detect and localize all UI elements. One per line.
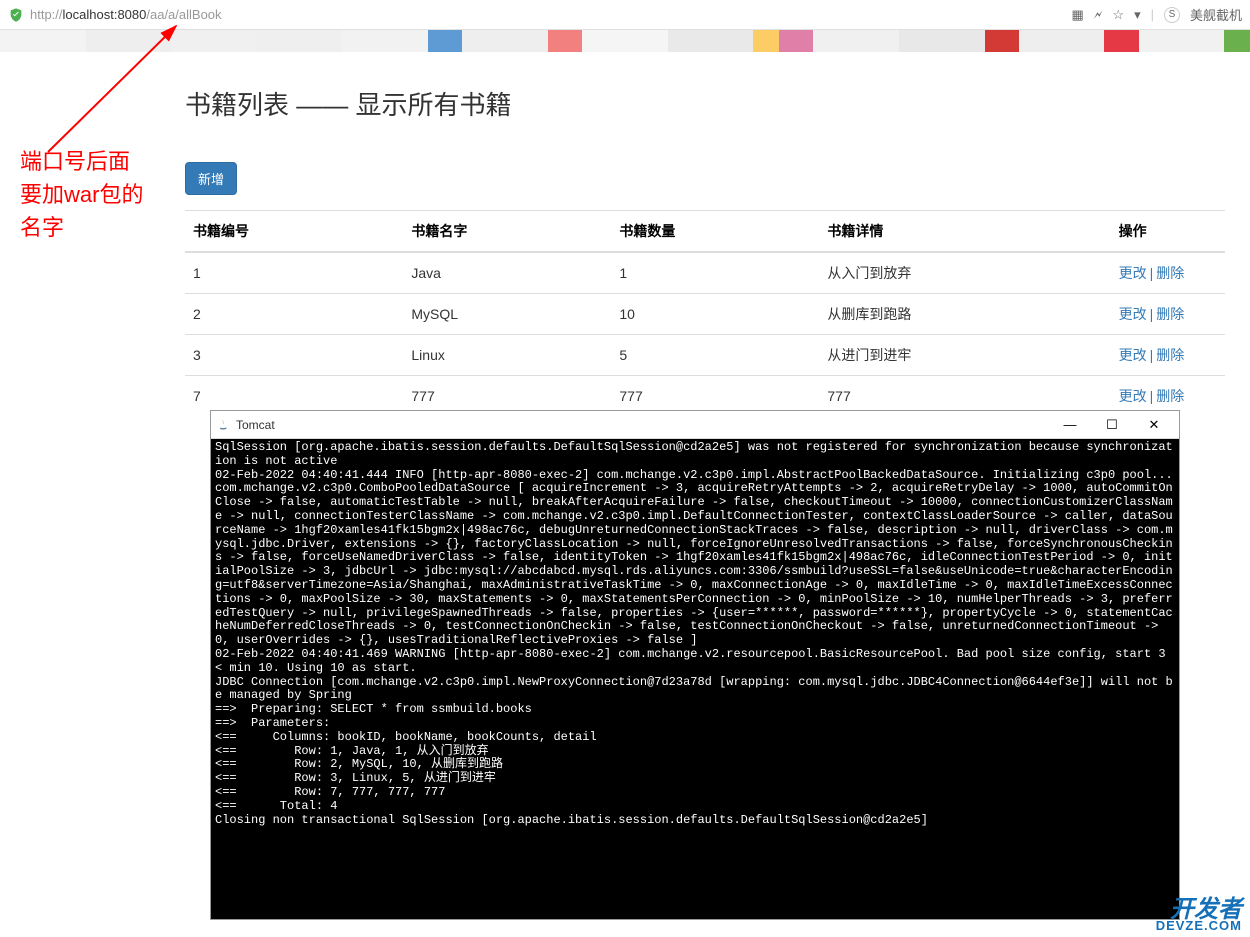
browser-toolbar-right: ▦ 🗲 ☆ ▾ | S 美舰截机	[1071, 5, 1242, 24]
cell-ops: 更改|删除	[1111, 294, 1225, 335]
cell-ops: 更改|删除	[1111, 252, 1225, 294]
books-table: 书籍编号 书籍名字 书籍数量 书籍详情 操作 1Java1从入门到放弃更改|删除…	[185, 210, 1225, 416]
page-title: 书籍列表 —— 显示所有书籍	[185, 85, 1225, 122]
table-header-row: 书籍编号 书籍名字 书籍数量 书籍详情 操作	[185, 211, 1225, 253]
table-row: 2MySQL10从删库到跑路更改|删除	[185, 294, 1225, 335]
cell-count: 5	[611, 335, 819, 376]
edit-link[interactable]: 更改	[1119, 347, 1147, 363]
terminal-window: Tomcat — ☐ ✕ SqlSession [org.apache.ibat…	[210, 410, 1180, 920]
cell-name: MySQL	[403, 294, 611, 335]
terminal-titlebar[interactable]: Tomcat — ☐ ✕	[211, 411, 1179, 439]
cell-id: 2	[185, 294, 403, 335]
maximize-button[interactable]: ☐	[1091, 413, 1133, 437]
cell-count: 10	[611, 294, 819, 335]
delete-link[interactable]: 删除	[1156, 388, 1184, 404]
minimize-button[interactable]: —	[1049, 413, 1091, 437]
cell-id: 3	[185, 335, 403, 376]
cell-detail: 从入门到放弃	[819, 252, 1110, 294]
th-name: 书籍名字	[403, 211, 611, 253]
cell-count: 1	[611, 252, 819, 294]
cell-detail: 从进门到进牢	[819, 335, 1110, 376]
th-detail: 书籍详情	[819, 211, 1110, 253]
table-row: 1Java1从入门到放弃更改|删除	[185, 252, 1225, 294]
edit-link[interactable]: 更改	[1119, 388, 1147, 404]
delete-link[interactable]: 删除	[1156, 306, 1184, 322]
cell-name: Java	[403, 252, 611, 294]
add-button[interactable]: 新增	[185, 162, 237, 195]
th-count: 书籍数量	[611, 211, 819, 253]
terminal-title: Tomcat	[236, 418, 275, 432]
edit-link[interactable]: 更改	[1119, 306, 1147, 322]
th-ops: 操作	[1111, 211, 1225, 253]
ext-label[interactable]: 美舰截机	[1190, 5, 1242, 24]
cell-ops: 更改|删除	[1111, 335, 1225, 376]
edit-link[interactable]: 更改	[1119, 265, 1147, 281]
th-id: 书籍编号	[185, 211, 403, 253]
watermark: 开发者 DEVZE.COM	[1156, 899, 1242, 932]
close-button[interactable]: ✕	[1133, 413, 1175, 437]
delete-link[interactable]: 删除	[1156, 265, 1184, 281]
terminal-body[interactable]: SqlSession [org.apache.ibatis.session.de…	[211, 439, 1179, 919]
qr-icon[interactable]: ▦	[1071, 7, 1083, 23]
bookmark-color-strip	[0, 30, 1250, 52]
bolt-icon[interactable]: 🗲	[1094, 7, 1103, 23]
annotation-text: 端口号后面 要加war包的 名字	[20, 145, 143, 244]
chevron-down-icon[interactable]: ▾	[1134, 7, 1141, 23]
s-icon[interactable]: S	[1164, 7, 1180, 23]
cell-id: 1	[185, 252, 403, 294]
table-row: 3Linux5从进门到进牢更改|删除	[185, 335, 1225, 376]
star-icon[interactable]: ☆	[1112, 7, 1124, 23]
url-text[interactable]: http://localhost:8080/aa/a/allBook	[30, 7, 222, 22]
delete-link[interactable]: 删除	[1156, 347, 1184, 363]
cell-name: Linux	[403, 335, 611, 376]
shield-icon	[8, 7, 24, 23]
cell-detail: 从删库到跑路	[819, 294, 1110, 335]
address-bar: http://localhost:8080/aa/a/allBook ▦ 🗲 ☆…	[0, 0, 1250, 30]
java-icon	[215, 417, 231, 433]
